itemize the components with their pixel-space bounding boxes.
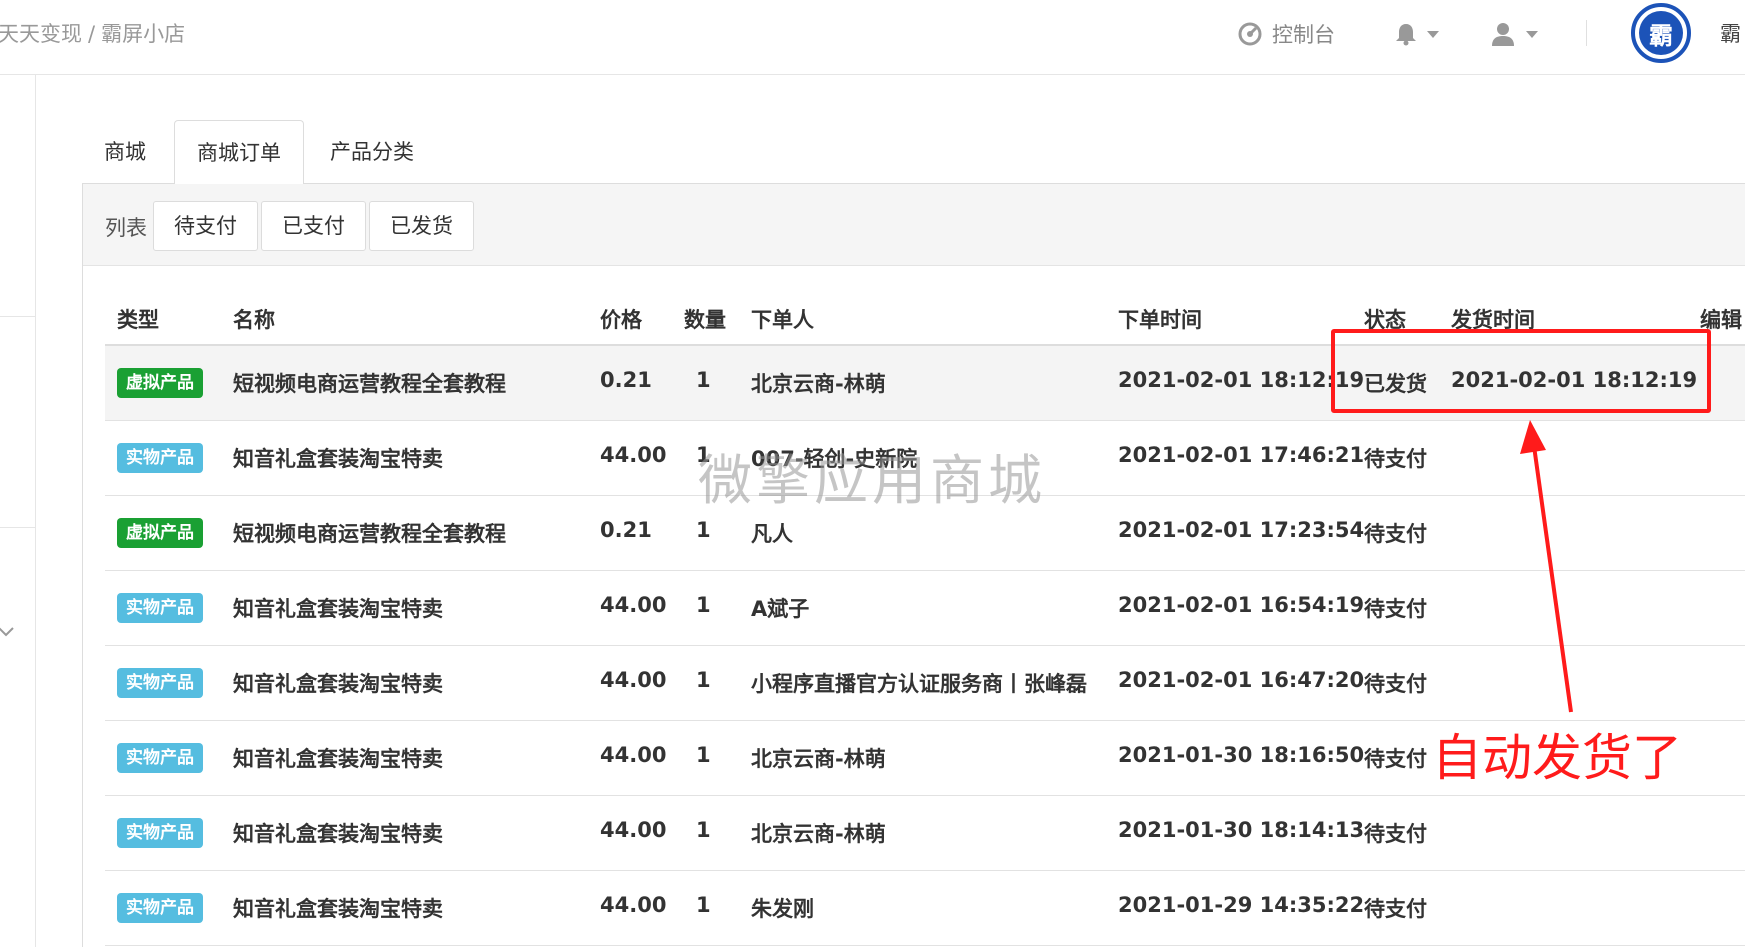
product-name: 知音礼盒套装淘宝特卖 <box>233 747 443 771</box>
buyer-name: 北京云商-林萌 <box>751 372 886 396</box>
product-type-badge: 实物产品 <box>117 443 203 473</box>
column-header-name: 名称 <box>233 308 275 332</box>
user-dropdown[interactable] <box>1490 17 1538 51</box>
account-logo[interactable]: 霸 <box>1631 3 1691 63</box>
price: 44.00 <box>600 893 667 917</box>
buyer-name: 小程序直播官方认证服务商丨张峰磊 <box>751 672 1087 696</box>
column-header-order-time: 下单时间 <box>1118 308 1202 332</box>
tab-shop[interactable]: 商城 <box>82 120 168 184</box>
user-icon <box>1492 23 1514 46</box>
buyer-name: 北京云商-林萌 <box>751 747 886 771</box>
product-name: 知音礼盒套装淘宝特卖 <box>233 897 443 921</box>
tab-shop-orders[interactable]: 商城订单 <box>174 120 304 185</box>
order-status: 待支付 <box>1364 597 1427 621</box>
product-type-badge: 实物产品 <box>117 893 203 923</box>
console-label: 控制台 <box>1272 23 1335 47</box>
logo-mark: 霸 <box>1639 11 1683 55</box>
price: 0.21 <box>600 518 652 542</box>
product-type-badge: 实物产品 <box>117 668 203 698</box>
quantity: 1 <box>696 518 711 542</box>
product-name: 短视频电商运营教程全套教程 <box>233 372 506 396</box>
filter-shipped-button[interactable]: 已发货 <box>369 201 474 251</box>
chevron-down-icon <box>1526 30 1538 38</box>
buyer-name: 凡人 <box>751 522 793 546</box>
breadcrumb-item-app[interactable]: 天天变现 <box>0 22 82 46</box>
highlight-box <box>1331 329 1711 413</box>
breadcrumb-separator: / <box>88 22 96 46</box>
product-name: 知音礼盒套装淘宝特卖 <box>233 672 443 696</box>
order-time: 2021-01-29 14:35:22 <box>1118 893 1365 917</box>
order-status: 待支付 <box>1364 672 1427 696</box>
filter-pending-payment-button[interactable]: 待支付 <box>153 201 258 251</box>
price: 44.00 <box>600 443 667 467</box>
order-time: 2021-01-30 18:16:50 <box>1118 743 1365 767</box>
account-name[interactable]: 霸 <box>1720 18 1741 48</box>
order-time: 2021-01-30 18:14:13 <box>1118 818 1365 842</box>
sidebar <box>0 75 36 947</box>
tab-product-categories[interactable]: 产品分类 <box>308 120 436 184</box>
order-time: 2021-02-01 17:46:21 <box>1118 443 1365 467</box>
price: 44.00 <box>600 593 667 617</box>
quantity: 1 <box>696 593 711 617</box>
price: 44.00 <box>600 668 667 692</box>
annotation-text: 自动发货了 <box>1432 729 1682 787</box>
product-type-badge: 虚拟产品 <box>117 368 203 398</box>
order-status: 待支付 <box>1364 897 1427 921</box>
order-status: 待支付 <box>1364 447 1427 471</box>
product-type-badge: 实物产品 <box>117 593 203 623</box>
breadcrumb-item-shop[interactable]: 霸屏小店 <box>101 22 185 46</box>
tab-bar: 商城 商城订单 产品分类 <box>82 120 1745 185</box>
table-row[interactable]: 实物产品 知音礼盒套装淘宝特卖 44.00 1 北京云商-林萌 2021-01-30 18… <box>105 796 1745 871</box>
quantity: 1 <box>696 368 711 392</box>
chevron-down-icon <box>1427 30 1439 38</box>
sidebar-divider <box>0 316 36 317</box>
product-type-badge: 虚拟产品 <box>117 518 203 548</box>
filter-label: 列表 <box>105 216 147 240</box>
arrow-icon <box>1520 420 1573 713</box>
table-row[interactable]: 实物产品 知音礼盒套装淘宝特卖 44.00 1 小程序直播官方认证服务商丨张峰磊 2021… <box>105 646 1745 721</box>
product-name: 知音礼盒套装淘宝特卖 <box>233 447 443 471</box>
console-link[interactable]: 控制台 <box>1238 17 1335 51</box>
sidebar-divider <box>0 527 36 528</box>
price: 44.00 <box>600 818 667 842</box>
quantity: 1 <box>696 818 711 842</box>
order-status: 待支付 <box>1364 822 1427 846</box>
buyer-name: 北京云商-林萌 <box>751 822 886 846</box>
quantity: 1 <box>696 668 711 692</box>
top-bar: 天天变现 / 霸屏小店 控制台 霸 霸 <box>0 0 1745 75</box>
column-header-buyer: 下单人 <box>751 308 814 332</box>
order-time: 2021-02-01 16:54:19 <box>1118 593 1365 617</box>
bell-icon <box>1396 24 1416 46</box>
buyer-name: A斌子 <box>751 597 810 621</box>
product-name: 知音礼盒套装淘宝特卖 <box>233 822 443 846</box>
watermark: 微擎应用商城 <box>698 449 1046 512</box>
column-header-quantity: 数量 <box>684 308 726 332</box>
order-time: 2021-02-01 17:23:54 <box>1118 518 1365 542</box>
quantity: 1 <box>696 893 711 917</box>
product-name: 知音礼盒套装淘宝特卖 <box>233 597 443 621</box>
column-header-price: 价格 <box>600 308 642 332</box>
price: 0.21 <box>600 368 652 392</box>
table-row[interactable]: 实物产品 知音礼盒套装淘宝特卖 44.00 1 A斌子 2021-02-01 16:54:… <box>105 571 1745 646</box>
buyer-name: 朱发刚 <box>751 897 814 921</box>
price: 44.00 <box>600 743 667 767</box>
order-time: 2021-02-01 16:47:20 <box>1118 668 1365 692</box>
quantity: 1 <box>696 743 711 767</box>
order-time: 2021-02-01 18:12:19 <box>1118 368 1365 392</box>
table-row[interactable]: 实物产品 知音礼盒套装淘宝特卖 44.00 1 朱发刚 2021-01-29 14:35:… <box>105 871 1745 946</box>
order-status: 待支付 <box>1364 747 1427 771</box>
notifications-dropdown[interactable] <box>1395 17 1439 51</box>
chevron-down-icon[interactable] <box>0 623 14 639</box>
column-header-type: 类型 <box>117 308 159 332</box>
header-divider <box>1586 20 1587 46</box>
product-type-badge: 实物产品 <box>117 818 203 848</box>
orders-panel: 列表 待支付 已支付 已发货 类型 名称 价格 数量 下单人 下单时间 状态 发… <box>82 184 1745 947</box>
product-type-badge: 实物产品 <box>117 743 203 773</box>
breadcrumb: 天天变现 / 霸屏小店 <box>0 18 185 48</box>
product-name: 短视频电商运营教程全套教程 <box>233 522 506 546</box>
filter-paid-button[interactable]: 已支付 <box>261 201 366 251</box>
order-status: 待支付 <box>1364 522 1427 546</box>
filter-bar: 列表 待支付 已支付 已发货 <box>83 184 1745 266</box>
dashboard-icon <box>1238 22 1262 46</box>
